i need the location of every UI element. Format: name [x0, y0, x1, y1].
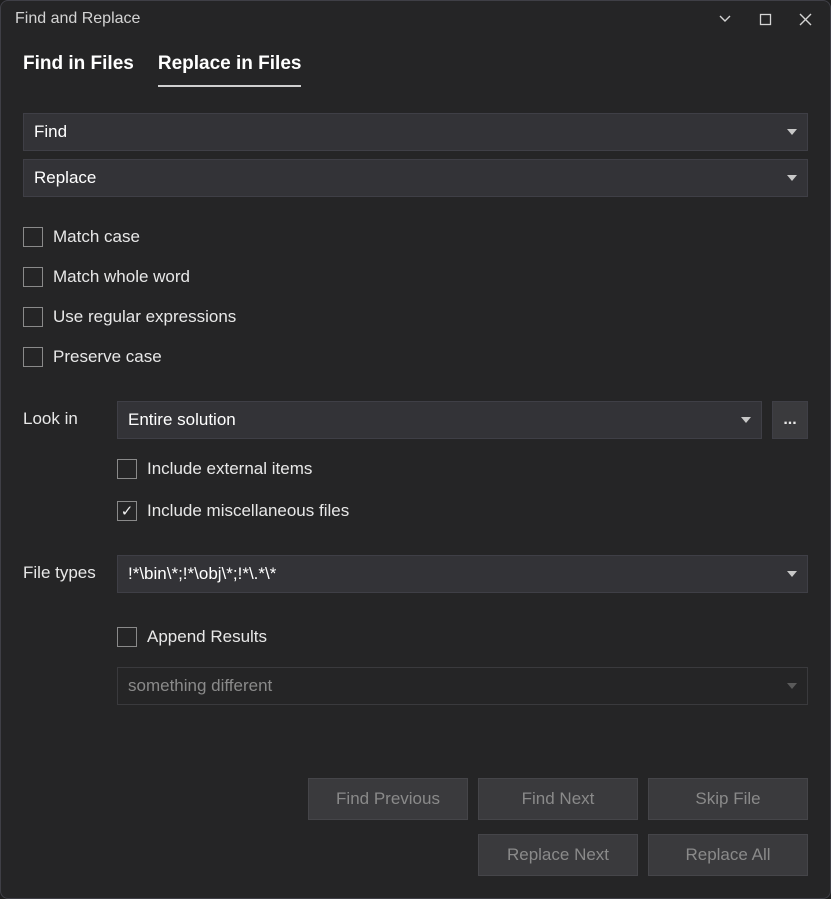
- replace-input[interactable]: Replace: [23, 159, 808, 197]
- button-area: Find Previous Find Next Skip File Replac…: [1, 778, 830, 898]
- append-results-checkbox[interactable]: [117, 627, 137, 647]
- match-whole-word-checkbox[interactable]: [23, 267, 43, 287]
- browse-button[interactable]: ...: [772, 401, 808, 439]
- match-whole-word-label: Match whole word: [53, 267, 190, 287]
- preserve-case-checkbox[interactable]: [23, 347, 43, 367]
- file-types-label: File types: [23, 555, 117, 583]
- results-preset-combo: something different: [117, 667, 808, 705]
- chevron-down-icon: [787, 571, 797, 577]
- match-case-checkbox[interactable]: [23, 227, 43, 247]
- include-misc-checkbox[interactable]: [117, 501, 137, 521]
- replace-next-button[interactable]: Replace Next: [478, 834, 638, 876]
- find-replace-window: Find and Replace Find in Files Replace i…: [0, 0, 831, 899]
- titlebar: Find and Replace: [1, 1, 830, 37]
- use-regex-label: Use regular expressions: [53, 307, 236, 327]
- close-icon[interactable]: [790, 4, 820, 34]
- preserve-case-label: Preserve case: [53, 347, 162, 367]
- find-input-text: Find: [34, 122, 67, 142]
- include-external-checkbox[interactable]: [117, 459, 137, 479]
- maximize-icon[interactable]: [750, 4, 780, 34]
- results-preset-value: something different: [128, 676, 272, 696]
- use-regex-checkbox[interactable]: [23, 307, 43, 327]
- minimize-icon[interactable]: [710, 4, 740, 34]
- file-types-combo[interactable]: !*\bin\*;!*\obj\*;!*\.*\*: [117, 555, 808, 593]
- file-types-value: !*\bin\*;!*\obj\*;!*\.*\*: [128, 564, 276, 584]
- titlebar-controls: [710, 4, 820, 34]
- include-external-label: Include external items: [147, 459, 312, 479]
- chevron-down-icon: [741, 417, 751, 423]
- chevron-down-icon: [787, 175, 797, 181]
- chevron-down-icon: [787, 129, 797, 135]
- look-in-value: Entire solution: [128, 410, 236, 430]
- chevron-down-icon: [787, 683, 797, 689]
- append-results-label: Append Results: [147, 627, 267, 647]
- find-next-button[interactable]: Find Next: [478, 778, 638, 820]
- tab-find-in-files[interactable]: Find in Files: [23, 47, 134, 87]
- find-previous-button[interactable]: Find Previous: [308, 778, 468, 820]
- replace-all-button[interactable]: Replace All: [648, 834, 808, 876]
- include-misc-label: Include miscellaneous files: [147, 501, 349, 521]
- look-in-combo[interactable]: Entire solution: [117, 401, 762, 439]
- look-in-label: Look in: [23, 401, 117, 429]
- replace-input-text: Replace: [34, 168, 96, 188]
- tab-replace-in-files[interactable]: Replace in Files: [158, 47, 302, 87]
- dialog-body: Find Replace Match case Match whole word…: [1, 87, 830, 778]
- skip-file-button[interactable]: Skip File: [648, 778, 808, 820]
- tab-strip: Find in Files Replace in Files: [1, 37, 830, 87]
- match-case-label: Match case: [53, 227, 140, 247]
- window-title: Find and Replace: [15, 10, 710, 28]
- find-input[interactable]: Find: [23, 113, 808, 151]
